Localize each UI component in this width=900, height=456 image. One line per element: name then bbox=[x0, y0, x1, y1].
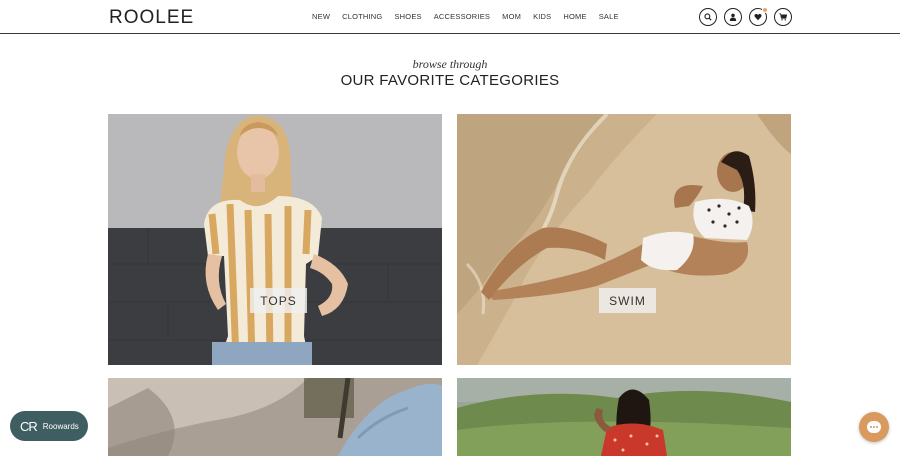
cart-button[interactable] bbox=[774, 8, 792, 26]
search-button[interactable] bbox=[699, 8, 717, 26]
category-label-tops[interactable]: TOPS bbox=[250, 288, 307, 313]
account-button[interactable] bbox=[724, 8, 742, 26]
section-subtitle: browse through bbox=[412, 57, 488, 71]
search-icon bbox=[704, 13, 712, 21]
category-tile-3[interactable] bbox=[108, 378, 442, 456]
rewards-logo-icon: CR bbox=[20, 418, 38, 434]
account-icon bbox=[729, 13, 737, 21]
section-title: OUR FAVORITE CATEGORIES bbox=[340, 72, 560, 89]
nav-item-kids[interactable]: KIDS bbox=[533, 12, 551, 21]
dresses-category-image bbox=[457, 378, 791, 456]
site-logo[interactable]: ROOLEE bbox=[109, 7, 194, 29]
nav-item-mom[interactable]: MOM bbox=[502, 12, 521, 21]
rewards-widget-button[interactable]: CR Roowards bbox=[10, 411, 88, 441]
tops-category-image bbox=[108, 114, 442, 365]
denim-category-image bbox=[108, 378, 442, 456]
chat-bubble-icon bbox=[867, 421, 881, 433]
chat-button[interactable] bbox=[859, 412, 889, 442]
header-icons bbox=[699, 7, 792, 26]
rewards-label: Roowards bbox=[42, 421, 79, 431]
nav-item-clothing[interactable]: CLOTHING bbox=[342, 12, 382, 21]
nav-item-accessories[interactable]: ACCESSORIES bbox=[434, 12, 490, 21]
wishlist-button[interactable] bbox=[749, 7, 768, 26]
site-header: ROOLEE NEW CLOTHING SHOES ACCESSORIES MO… bbox=[0, 0, 900, 34]
swim-category-image bbox=[457, 114, 791, 365]
nav-item-new[interactable]: NEW bbox=[312, 12, 330, 21]
cart-icon bbox=[779, 13, 787, 21]
category-label-swim[interactable]: SWIM bbox=[599, 288, 656, 313]
nav-item-sale[interactable]: SALE bbox=[599, 12, 619, 21]
wishlist-heart-icon bbox=[754, 13, 762, 21]
wishlist-badge bbox=[762, 7, 768, 13]
main-nav: NEW CLOTHING SHOES ACCESSORIES MOM KIDS … bbox=[312, 12, 631, 21]
nav-item-home[interactable]: HOME bbox=[563, 12, 586, 21]
nav-item-shoes[interactable]: SHOES bbox=[394, 12, 421, 21]
category-tile-swim[interactable]: SWIM bbox=[457, 114, 791, 365]
category-tile-4[interactable] bbox=[457, 378, 791, 456]
category-tile-tops[interactable]: TOPS bbox=[108, 114, 442, 365]
